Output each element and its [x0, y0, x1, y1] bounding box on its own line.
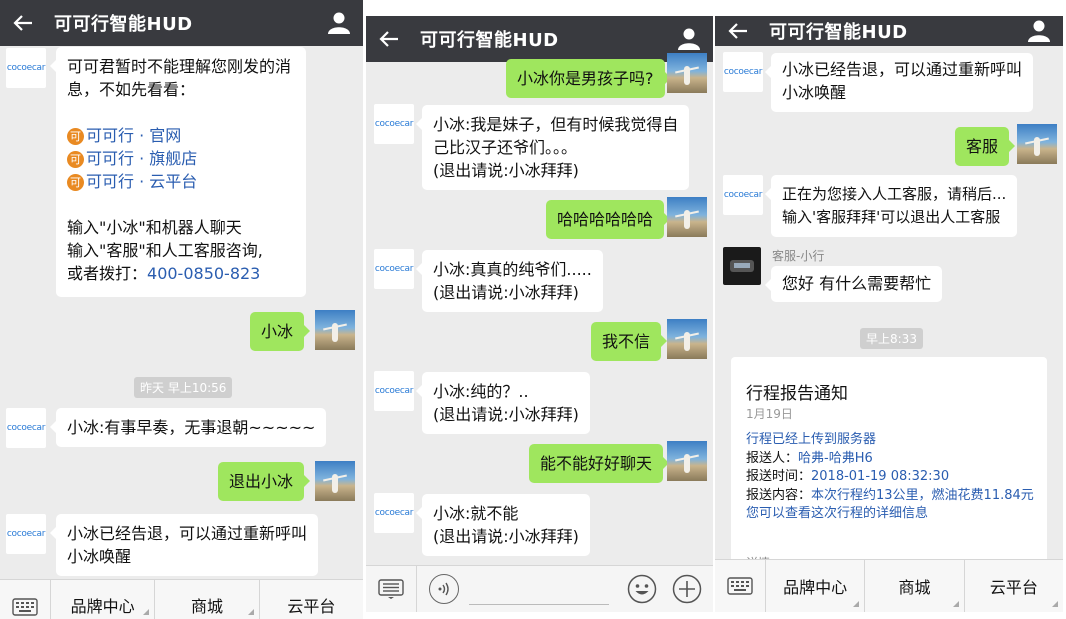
chat-panel-3: 可可行智能HUD cocoecar 小冰已经告退，可以通过重新呼叫 小冰唤醒 客服… — [715, 0, 1063, 612]
bot-intro-bubble: 可可君暂时不能理解您刚发的消 息，不如先看看： 可可可行 · 官网 可可可行 ·… — [50, 47, 306, 297]
bot-message: 小冰:真真的纯爷们..... (退出请说:小冰拜拜) — [416, 250, 603, 312]
intro-tip: 输入"小冰"和机器人聊天 — [67, 218, 242, 237]
keyboard-icon[interactable] — [715, 560, 766, 612]
bot-avatar: cocoecar — [6, 408, 46, 448]
phone-link[interactable]: 400-0850-823 — [147, 264, 260, 283]
emoji-icon[interactable] — [627, 574, 657, 604]
my-avatar — [315, 461, 355, 501]
my-avatar — [667, 197, 707, 237]
menu-store[interactable]: 商城 — [865, 560, 965, 612]
my-message: 小冰你是男孩子吗? — [506, 59, 670, 98]
my-message: 客服 — [955, 127, 1016, 166]
voice-icon[interactable] — [429, 574, 459, 604]
message-input[interactable] — [469, 574, 609, 605]
timestamp: 昨天 早上10:56 — [134, 377, 233, 398]
report-line: 您可以查看这次行程的详细信息 — [746, 506, 929, 521]
input-bar — [366, 565, 713, 612]
link-cloud-platform[interactable]: 可可可行 · 云平台 — [67, 170, 295, 193]
bot-message: 小冰:纯的？.. (退出请说:小冰拜拜) — [416, 372, 590, 434]
intro-line: 可可君暂时不能理解您刚发的消 — [67, 57, 292, 76]
keyboard-icon[interactable] — [0, 580, 51, 619]
profile-icon[interactable] — [677, 27, 701, 51]
title-bar: 可可行智能HUD — [0, 0, 363, 46]
menu-brand-center[interactable]: 品牌中心 — [766, 560, 866, 612]
bot-message: 小冰:我是妹子，但有时候我觉得自 己比汉子还爷们。。。 (退出请说:小冰拜拜) — [415, 105, 690, 190]
chat-title: 可可行智能HUD — [54, 14, 193, 35]
bot-message: 小冰已经告退，可以通过重新呼叫 小冰唤醒 — [764, 53, 1034, 112]
my-message: 哈哈哈哈哈哈 — [546, 200, 671, 239]
my-message: 我不信 — [591, 322, 668, 361]
bot-avatar: cocoecar — [6, 48, 46, 88]
agent-name: 客服-小行 — [772, 249, 825, 263]
my-avatar — [667, 441, 707, 481]
my-message: 退出小冰 — [218, 462, 311, 501]
my-message: 小冰 — [250, 312, 311, 351]
coin-icon: 可 — [67, 174, 84, 191]
menu-bar: 品牌中心 商城 云平台 — [0, 579, 363, 619]
trip-report-card[interactable]: 行程报告通知 1月19日 行程已经上传到服务器 报送人：哈弗-哈弗H6 报送时间… — [731, 357, 1047, 567]
title-bar: 可可行智能HUD — [366, 16, 713, 62]
report-content: 报送内容：本次行程约13公里，燃油花费11.84元 — [746, 487, 1034, 503]
plus-icon[interactable] — [672, 574, 702, 604]
bot-avatar: cocoecar — [723, 175, 763, 215]
my-avatar — [315, 310, 355, 350]
menu-cloud-platform[interactable]: 云平台 — [965, 560, 1063, 612]
timestamp: 早上8:33 — [860, 328, 923, 349]
chat-title: 可可行智能HUD — [420, 30, 559, 51]
menu-store[interactable]: 商城 — [155, 580, 260, 619]
intro-tip: 输入"客服"和人工客服咨询, — [67, 241, 263, 260]
menu-cloud-platform[interactable]: 云平台 — [260, 580, 363, 619]
chat-panel-1: 可可行智能HUD cocoecar 可可君暂时不能理解您刚发的消 息，不如先看看… — [0, 0, 363, 619]
bot-message: 小冰:就不能 (退出请说:小冰拜拜) — [416, 494, 590, 556]
my-avatar — [667, 53, 707, 93]
bot-avatar: cocoecar — [374, 371, 414, 411]
bot-avatar: cocoecar — [374, 493, 414, 533]
intro-line: 息，不如先看看： — [67, 80, 196, 99]
back-icon[interactable] — [6, 0, 40, 46]
title-bar: 可可行智能HUD — [715, 16, 1063, 46]
coin-icon: 可 — [67, 128, 84, 145]
report-line: 行程已经上传到服务器 — [746, 432, 877, 447]
menu-brand-center[interactable]: 品牌中心 — [51, 580, 156, 619]
link-official-site[interactable]: 可可可行 · 官网 — [67, 124, 295, 147]
intro-tip-phone: 或者拨打：400-0850-823 — [67, 264, 261, 283]
back-icon[interactable] — [721, 16, 755, 46]
bot-avatar: cocoecar — [6, 514, 46, 554]
bot-avatar: cocoecar — [374, 104, 414, 144]
bot-avatar: cocoecar — [723, 52, 763, 92]
chat-title: 可可行智能HUD — [769, 22, 908, 43]
chat-panel-2: 可可行智能HUD 小冰你是男孩子吗? cocoecar 小冰:我是妹子，但有时候… — [366, 0, 713, 612]
menu-bar: 品牌中心 商城 云平台 — [715, 559, 1063, 612]
bot-message: 正在为您接入人工客服，请稍后... 输入'客服拜拜'可以退出人工客服 — [764, 175, 1018, 237]
my-avatar — [1017, 124, 1057, 164]
back-icon[interactable] — [372, 16, 406, 62]
agent-avatar — [723, 247, 761, 285]
report-date: 1月19日 — [746, 407, 793, 421]
report-sender: 报送人：哈弗-哈弗H6 — [746, 450, 873, 466]
bot-avatar: cocoecar — [374, 249, 414, 289]
link-flagship-store[interactable]: 可可可行 · 旗舰店 — [67, 147, 295, 170]
my-message: 能不能好好聊天 — [529, 444, 670, 483]
profile-icon[interactable] — [327, 11, 351, 35]
profile-icon[interactable] — [1027, 19, 1051, 43]
bot-message: 小冰已经告退，可以通过重新呼叫 小冰唤醒 — [49, 514, 319, 576]
menu-list-icon[interactable] — [366, 566, 417, 612]
bot-message: 小冰:有事早奏，无事退朝~~~~~ — [49, 408, 327, 447]
my-avatar — [667, 319, 707, 359]
report-time: 报送时间：2018-01-19 08:32:30 — [746, 469, 950, 484]
coin-icon: 可 — [67, 151, 84, 168]
agent-message: 您好 有什么需要帮忙 — [764, 266, 943, 302]
report-title: 行程报告通知 — [746, 384, 848, 404]
